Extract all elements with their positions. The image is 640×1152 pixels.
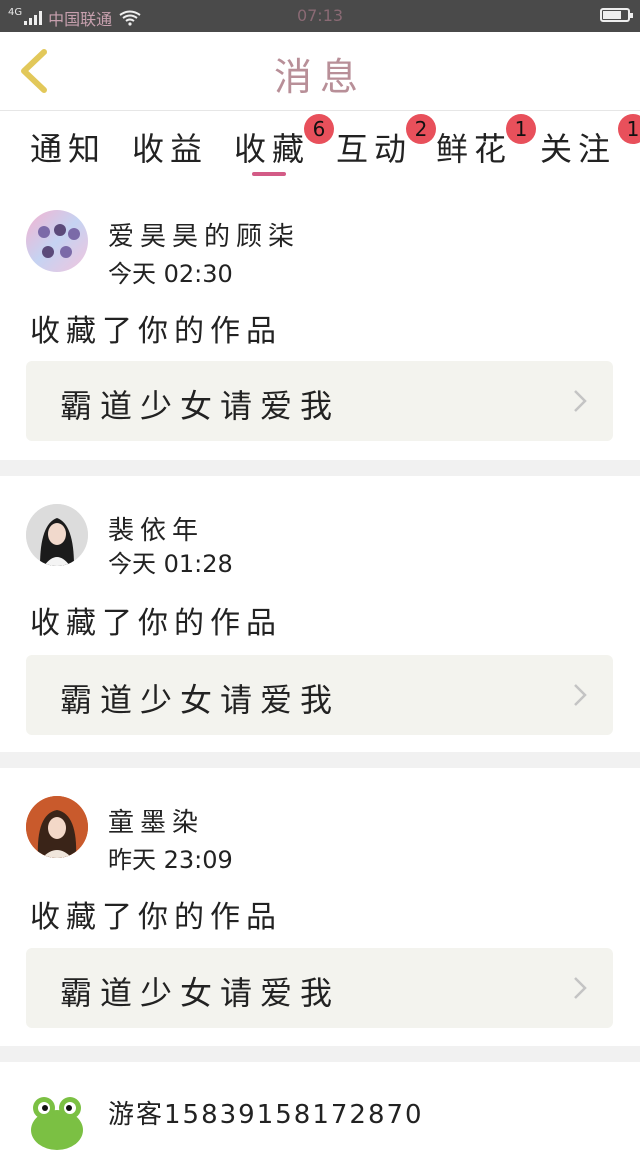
unread-badge: 1 [506,114,537,144]
avatar[interactable] [26,1090,88,1152]
frog-icon [31,1097,83,1150]
tab-label: 关注 [540,130,617,168]
tab-label: 通知 [30,130,107,168]
chevron-right-icon [574,977,587,999]
avatar-image [38,224,80,258]
tab-bar: 通知 收益 收藏 6 互动 2 鲜花 1 关注 1 [0,110,640,188]
tab-label: 收益 [132,130,209,168]
tab-label: 鲜花 [436,130,513,168]
tab-favorites[interactable]: 收藏 6 [234,114,335,170]
user-name[interactable]: 裴依年 [108,510,204,547]
unread-badge: 2 [406,114,437,144]
unread-badge: 6 [304,114,335,144]
divider [0,460,640,476]
unread-badge: 1 [618,114,640,144]
activity-text: 收藏了你的作品 [30,606,282,641]
work-link[interactable]: 霸道少女请爱我 [26,361,613,441]
tab-interactions[interactable]: 互动 2 [336,114,437,170]
list-item: 爱昊昊的顾柒 今天 02:30 收藏了你的作品 霸道少女请爱我 [0,190,640,460]
avatar[interactable] [26,796,88,858]
chevron-right-icon [574,390,587,412]
avatar[interactable] [26,504,88,566]
active-tab-indicator [252,172,286,176]
avatar[interactable] [26,210,88,272]
timestamp: 今天 02:30 [108,260,233,288]
header-bar: 消息 [0,32,640,111]
tab-label: 收藏 [234,130,311,168]
work-title: 霸道少女请爱我 [60,974,341,1012]
work-link[interactable]: 霸道少女请爱我 [26,655,613,735]
avatar-image [26,796,88,858]
work-link[interactable]: 霸道少女请爱我 [26,948,613,1028]
status-bar: 4G 中国联通 07:13 [0,0,640,32]
divider [0,752,640,768]
clock: 07:13 [296,6,344,25]
work-title: 霸道少女请爱我 [60,387,341,425]
divider [0,1046,640,1062]
list-item: 裴依年 今天 01:28 收藏了你的作品 霸道少女请爱我 [0,476,640,752]
activity-text: 收藏了你的作品 [30,314,282,349]
page-title: 消息 [273,55,366,99]
user-name[interactable]: 爱昊昊的顾柒 [108,216,300,253]
tab-notice[interactable]: 通知 [30,124,106,170]
timestamp: 昨天 23:09 [108,846,233,874]
activity-text: 收藏了你的作品 [30,900,282,935]
tab-earnings[interactable]: 收益 [132,124,208,170]
chevron-right-icon [574,684,587,706]
work-title: 霸道少女请爱我 [60,681,341,719]
user-name[interactable]: 童墨染 [108,802,204,839]
list-item: 童墨染 昨天 23:09 收藏了你的作品 霸道少女请爱我 [0,768,640,1046]
tab-flowers[interactable]: 鲜花 1 [436,114,537,170]
tab-follows[interactable]: 关注 1 [540,114,640,170]
list-item: 游客15839158172870 [0,1062,640,1152]
user-name[interactable]: 游客15839158172870 [108,1094,424,1131]
tab-label: 互动 [336,130,413,168]
timestamp: 今天 01:28 [108,550,233,578]
avatar-image [26,504,88,566]
battery-icon [600,8,633,22]
